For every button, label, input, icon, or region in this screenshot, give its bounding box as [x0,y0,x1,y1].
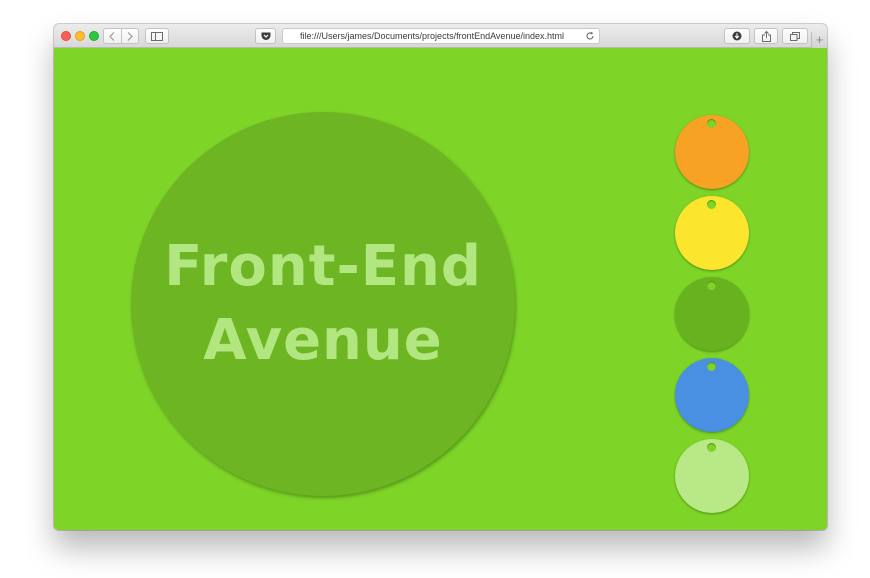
forward-button[interactable] [120,29,139,43]
swatch-orange[interactable] [675,115,749,189]
hero-title-line-2: Avenue [203,308,443,373]
swatch-hole [707,119,716,128]
browser-toolbar: file:///Users/james/Documents/projects/f… [54,24,827,48]
close-window-button[interactable] [61,31,71,41]
tabs-button[interactable] [782,28,808,44]
download-icon [732,31,742,41]
swatch-yellow[interactable] [675,196,749,270]
download-button[interactable] [724,28,750,44]
browser-window: file:///Users/james/Documents/projects/f… [54,24,827,530]
pocket-button[interactable] [255,28,276,44]
chevron-right-icon [127,31,133,41]
swatch-light-green[interactable] [675,439,749,513]
swatch-green[interactable] [675,277,749,351]
swatch-hole [707,200,716,209]
swatch-hole [707,443,716,452]
tabs-icon [790,32,800,41]
swatch-blue[interactable] [675,358,749,432]
sidebar-icon [151,32,163,41]
hero-circle: Front-End Avenue [131,112,515,496]
swatch-hole [707,281,716,290]
page-content: Front-End Avenue [54,48,827,530]
share-button[interactable] [754,28,778,44]
navigation-buttons [103,28,139,44]
share-icon [761,30,771,42]
minimize-window-button[interactable] [75,31,85,41]
reload-icon[interactable] [585,31,595,41]
sidebar-button[interactable] [145,28,169,44]
swatch-hole [707,362,716,371]
pocket-icon [261,32,270,40]
hero-title-line-1: Front-End [164,234,482,299]
url-text: file:///Users/james/Documents/projects/f… [300,31,564,41]
new-tab-button[interactable]: + [811,32,827,48]
chevron-left-icon [109,31,115,41]
maximize-window-button[interactable] [89,31,99,41]
back-button[interactable] [104,29,121,43]
address-bar[interactable]: file:///Users/james/Documents/projects/f… [282,28,600,44]
